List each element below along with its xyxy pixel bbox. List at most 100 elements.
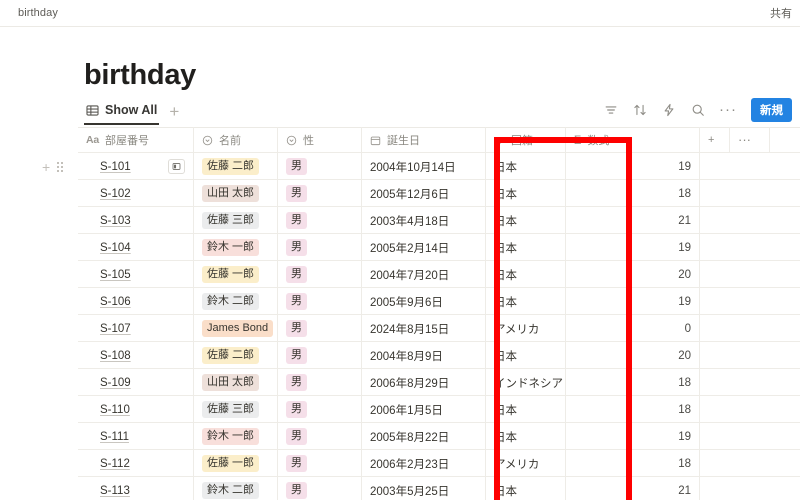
cell-sex[interactable]: 男 [278, 396, 362, 423]
cell-sex[interactable]: 男 [278, 234, 362, 261]
cell-birthday[interactable]: 2003年4月18日 [362, 207, 486, 234]
cell-formula[interactable]: 21 [566, 207, 700, 234]
table-row[interactable]: S-103 佐藤 三郎 男 2003年4月18日 日本 21 [0, 207, 800, 234]
cell-sex[interactable]: 男 [278, 153, 362, 180]
table-row[interactable]: S-110 佐藤 三郎 男 2006年1月5日 日本 18 [0, 396, 800, 423]
table-options-icon[interactable]: ··· [730, 127, 770, 153]
cell-formula[interactable]: 20 [566, 261, 700, 288]
cell-nationality[interactable]: 日本 [486, 153, 566, 180]
cell-sex[interactable]: 男 [278, 315, 362, 342]
column-header-nationality[interactable]: 国籍 [486, 127, 566, 153]
cell-room-number[interactable]: S-110 [78, 396, 194, 423]
cell-sex[interactable]: 男 [278, 369, 362, 396]
drag-handle-icon[interactable] [57, 161, 64, 172]
add-row-button[interactable]: + [42, 160, 50, 174]
cell-birthday[interactable]: 2006年8月29日 [362, 369, 486, 396]
cell-sex[interactable]: 男 [278, 342, 362, 369]
cell-sex[interactable]: 男 [278, 180, 362, 207]
more-options-icon[interactable]: ··· [719, 102, 737, 117]
cell-sex[interactable]: 男 [278, 423, 362, 450]
table-row[interactable]: S-109 山田 太郎 男 2006年8月29日 インドネシア 18 [0, 369, 800, 396]
column-header-name[interactable]: 名前 [194, 127, 278, 153]
cell-room-number[interactable]: S-103 [78, 207, 194, 234]
column-header-formula[interactable]: Σ 数式 [566, 127, 700, 153]
share-button[interactable]: 共有 [770, 5, 796, 21]
cell-room-number[interactable]: S-107 [78, 315, 194, 342]
cell-nationality[interactable]: 日本 [486, 342, 566, 369]
cell-name[interactable]: 佐藤 一郎 [194, 450, 278, 477]
cell-nationality[interactable]: アメリカ [486, 450, 566, 477]
cell-formula[interactable]: 18 [566, 180, 700, 207]
cell-nationality[interactable]: 日本 [486, 423, 566, 450]
cell-formula[interactable]: 19 [566, 234, 700, 261]
cell-birthday[interactable]: 2004年7月20日 [362, 261, 486, 288]
cell-formula[interactable]: 19 [566, 153, 700, 180]
cell-name[interactable]: 鈴木 一郎 [194, 234, 278, 261]
cell-birthday[interactable]: 2005年8月22日 [362, 423, 486, 450]
open-record-icon[interactable] [168, 159, 185, 174]
table-row[interactable]: S-104 鈴木 一郎 男 2005年2月14日 日本 19 [0, 234, 800, 261]
cell-room-number[interactable]: S-104 [78, 234, 194, 261]
cell-formula[interactable]: 18 [566, 396, 700, 423]
cell-nationality[interactable]: 日本 [486, 234, 566, 261]
cell-formula[interactable]: 18 [566, 450, 700, 477]
cell-room-number[interactable]: S-105 [78, 261, 194, 288]
cell-formula[interactable]: 18 [566, 369, 700, 396]
table-row[interactable]: S-112 佐藤 一郎 男 2006年2月23日 アメリカ 18 [0, 450, 800, 477]
cell-room-number[interactable]: S-113 [78, 477, 194, 500]
cell-sex[interactable]: 男 [278, 450, 362, 477]
cell-name[interactable]: 山田 太郎 [194, 180, 278, 207]
cell-birthday[interactable]: 2005年9月6日 [362, 288, 486, 315]
cell-room-number[interactable]: S-109 [78, 369, 194, 396]
cell-name[interactable]: 鈴木 二郎 [194, 477, 278, 500]
table-row[interactable]: S-106 鈴木 二郎 男 2005年9月6日 日本 19 [0, 288, 800, 315]
cell-birthday[interactable]: 2005年12月6日 [362, 180, 486, 207]
cell-room-number[interactable]: S-102 [78, 180, 194, 207]
search-icon[interactable] [690, 103, 705, 118]
cell-birthday[interactable]: 2004年8月9日 [362, 342, 486, 369]
cell-room-number[interactable]: S-101 [78, 153, 194, 180]
cell-name[interactable]: 山田 太郎 [194, 369, 278, 396]
cell-birthday[interactable]: 2003年5月25日 [362, 477, 486, 500]
table-row[interactable]: S-102 山田 太郎 男 2005年12月6日 日本 18 [0, 180, 800, 207]
cell-name[interactable]: 佐藤 二郎 [194, 342, 278, 369]
cell-sex[interactable]: 男 [278, 288, 362, 315]
cell-name[interactable]: 鈴木 二郎 [194, 288, 278, 315]
tab-show-all[interactable]: Show All [84, 101, 160, 125]
table-row[interactable]: S-107 James Bond 男 2024年8月15日 アメリカ 0 [0, 315, 800, 342]
cell-name[interactable]: James Bond [194, 315, 278, 342]
table-row[interactable]: S-105 佐藤 一郎 男 2004年7月20日 日本 20 [0, 261, 800, 288]
cell-nationality[interactable]: 日本 [486, 261, 566, 288]
cell-room-number[interactable]: S-111 [78, 423, 194, 450]
breadcrumb[interactable]: birthday [18, 7, 58, 19]
cell-nationality[interactable]: 日本 [486, 207, 566, 234]
cell-room-number[interactable]: S-108 [78, 342, 194, 369]
cell-nationality[interactable]: 日本 [486, 477, 566, 500]
cell-room-number[interactable]: S-112 [78, 450, 194, 477]
sort-icon[interactable] [632, 103, 647, 118]
cell-nationality[interactable]: インドネシア [486, 369, 566, 396]
cell-sex[interactable]: 男 [278, 477, 362, 500]
cell-birthday[interactable]: 2024年8月15日 [362, 315, 486, 342]
cell-formula[interactable]: 20 [566, 342, 700, 369]
cell-nationality[interactable]: 日本 [486, 288, 566, 315]
table-row[interactable]: S-111 鈴木 一郎 男 2005年8月22日 日本 19 [0, 423, 800, 450]
cell-birthday[interactable]: 2004年10月14日 [362, 153, 486, 180]
cell-name[interactable]: 佐藤 一郎 [194, 261, 278, 288]
cell-formula[interactable]: 21 [566, 477, 700, 500]
add-view-button[interactable]: + [169, 103, 179, 124]
cell-sex[interactable]: 男 [278, 207, 362, 234]
column-header-sex[interactable]: 性 [278, 127, 362, 153]
cell-name[interactable]: 佐藤 三郎 [194, 207, 278, 234]
automation-lightning-icon[interactable] [661, 103, 676, 118]
cell-formula[interactable]: 19 [566, 423, 700, 450]
cell-birthday[interactable]: 2006年2月23日 [362, 450, 486, 477]
filter-icon[interactable] [603, 103, 618, 118]
cell-name[interactable]: 鈴木 一郎 [194, 423, 278, 450]
page-title[interactable]: birthday [84, 59, 196, 92]
cell-formula[interactable]: 19 [566, 288, 700, 315]
cell-nationality[interactable]: アメリカ [486, 315, 566, 342]
cell-name[interactable]: 佐藤 三郎 [194, 396, 278, 423]
cell-nationality[interactable]: 日本 [486, 180, 566, 207]
cell-sex[interactable]: 男 [278, 261, 362, 288]
